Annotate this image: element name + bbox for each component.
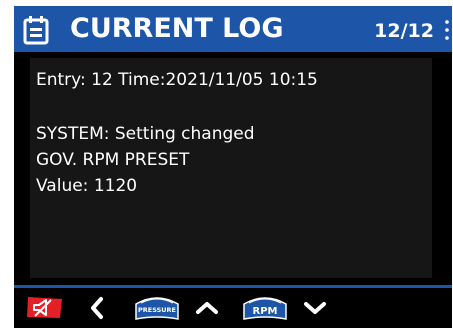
log-counter: 12/12 [374, 20, 434, 42]
rpm-gauge-icon: RPM [243, 297, 287, 320]
log-detail-line: GOV. RPM PRESET [36, 150, 190, 170]
footer-toolbar: PRESSURE RPM [14, 288, 452, 328]
horn-mute-icon [27, 297, 62, 318]
down-button[interactable] [300, 288, 330, 328]
log-entry-panel: Entry: 12 Time:2021/11/05 10:15 SYSTEM: … [30, 58, 432, 278]
page-title: CURRENT LOG [70, 13, 284, 44]
pressure-button[interactable]: PRESSURE [132, 288, 182, 328]
log-system-line: SYSTEM: Setting changed [36, 124, 255, 144]
chevron-up-icon [196, 302, 218, 314]
up-button[interactable] [192, 288, 222, 328]
mute-button[interactable] [22, 288, 68, 328]
pressure-label: PRESSURE [138, 306, 176, 314]
display-screen: CURRENT LOG 12/12 Entry: 12 Time:2021/11… [14, 6, 452, 328]
pressure-gauge-icon: PRESSURE [135, 297, 179, 320]
log-entry-line: Entry: 12 Time:2021/11/05 10:15 [36, 70, 318, 90]
chevron-left-icon [91, 297, 103, 319]
back-button[interactable] [84, 288, 110, 328]
header-bar: CURRENT LOG 12/12 [14, 6, 452, 52]
chevron-down-icon [304, 302, 326, 314]
log-document-icon [23, 16, 49, 45]
log-value-line: Value: 1120 [36, 176, 138, 196]
rpm-button[interactable]: RPM [240, 288, 290, 328]
rpm-label: RPM [253, 306, 278, 317]
kebab-menu-icon[interactable] [445, 19, 449, 41]
